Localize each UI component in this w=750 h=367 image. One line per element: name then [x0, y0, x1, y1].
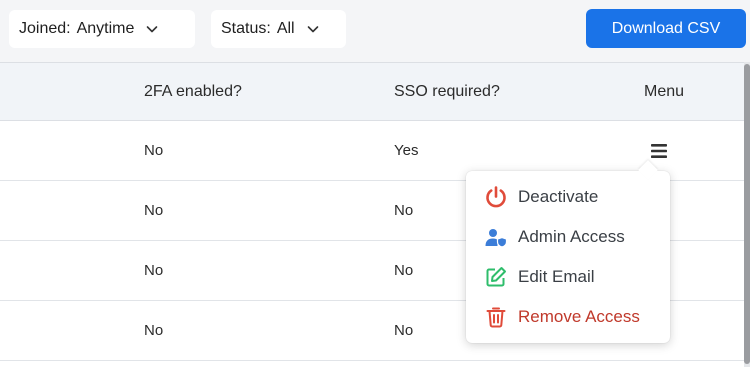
user-shield-icon	[485, 229, 508, 248]
menu-item-label: Remove Access	[518, 307, 640, 326]
table-header: 2FA enabled? SSO required? Menu	[0, 62, 744, 121]
joined-filter-label: Joined:	[19, 20, 71, 37]
column-header-sso[interactable]: SSO required?	[394, 83, 500, 101]
column-header-2fa[interactable]: 2FA enabled?	[144, 83, 242, 101]
status-filter-value: All	[276, 20, 295, 37]
scrollbar-thumb[interactable]	[744, 64, 750, 364]
joined-filter-value: Anytime	[76, 20, 135, 37]
row-actions-menu: Deactivate Admin Access Edit Email Remov…	[466, 160, 670, 343]
status-filter[interactable]: Status: All	[211, 10, 346, 48]
menu-item-label: Deactivate	[518, 187, 599, 206]
cell-sso: No	[394, 322, 414, 339]
cell-2fa: No	[144, 262, 164, 279]
joined-filter[interactable]: Joined: Anytime	[9, 10, 195, 48]
menu-item-label: Admin Access	[518, 227, 625, 246]
cell-2fa: No	[144, 322, 164, 339]
menu-item-deactivate[interactable]: Deactivate	[466, 177, 670, 217]
edit-icon	[486, 267, 506, 287]
column-header-menu: Menu	[644, 83, 685, 100]
cell-2fa: No	[144, 142, 164, 159]
power-icon	[486, 186, 506, 208]
trash-icon	[486, 307, 506, 328]
menu-item-admin-access[interactable]: Admin Access	[466, 217, 670, 257]
menu-item-remove-access[interactable]: Remove Access	[466, 297, 670, 337]
menu-item-edit-email[interactable]: Edit Email	[466, 257, 670, 297]
row-menu-button[interactable]	[648, 140, 670, 162]
hamburger-icon	[651, 144, 667, 158]
cell-2fa: No	[144, 202, 164, 219]
chevron-down-icon	[307, 26, 318, 33]
status-filter-label: Status:	[221, 20, 271, 37]
cell-sso: No	[394, 202, 414, 219]
menu-item-label: Edit Email	[518, 267, 595, 286]
cell-sso: Yes	[394, 142, 419, 159]
chevron-down-icon	[147, 26, 158, 33]
download-csv-button[interactable]: Download CSV	[586, 9, 746, 48]
cell-sso: No	[394, 262, 414, 279]
